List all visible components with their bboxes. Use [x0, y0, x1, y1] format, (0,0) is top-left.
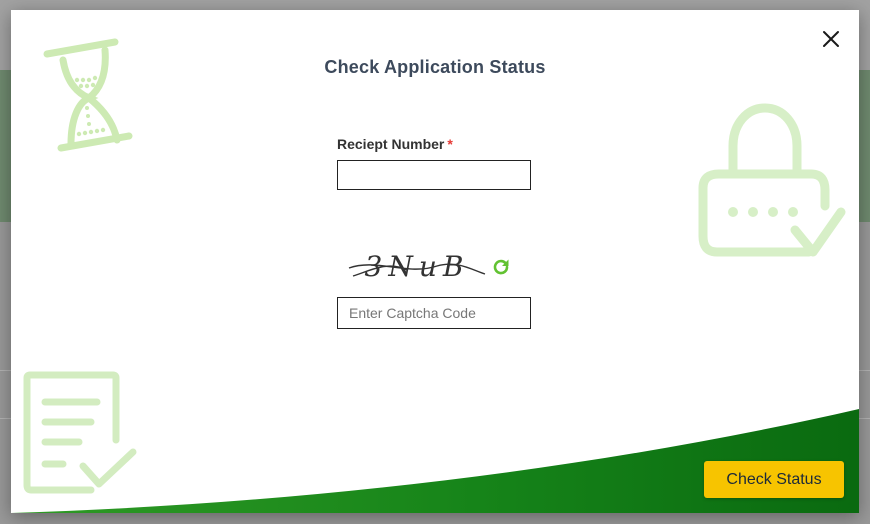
check-status-modal: Check Application Status Reciept Number *…: [11, 10, 859, 513]
required-marker: *: [447, 136, 453, 152]
check-status-button[interactable]: Check Status: [704, 461, 844, 498]
captcha-input[interactable]: [337, 297, 531, 329]
receipt-number-input[interactable]: [337, 160, 531, 190]
modal-title: Check Application Status: [324, 57, 546, 77]
close-icon[interactable]: [819, 27, 843, 51]
padlock-check-icon: [698, 103, 846, 257]
receipt-number-label-text: Reciept Number: [337, 136, 445, 152]
hourglass-icon: [43, 38, 133, 152]
captcha-text: 3NuB: [364, 249, 470, 283]
receipt-number-label: Reciept Number *: [337, 136, 453, 152]
refresh-icon[interactable]: [491, 257, 511, 277]
